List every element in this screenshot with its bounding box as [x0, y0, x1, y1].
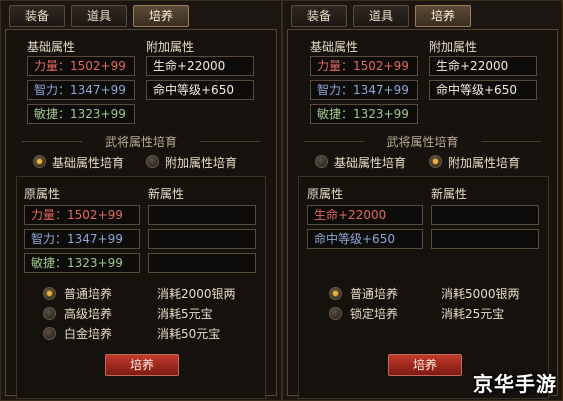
train-cost-locked: 消耗25元宝 [441, 307, 505, 321]
extra-stat-hp: 生命+22000 [146, 56, 254, 76]
base-stat-strength: 力量：1502+99 [310, 56, 418, 76]
stat-value: ：1323+99 [58, 107, 126, 121]
orig-stat-hit: 命中等级+650 [307, 229, 423, 249]
base-stat-intellect: 智力：1347+99 [310, 80, 418, 100]
extra-attributes-header: 附加属性 [146, 40, 195, 54]
base-stat-intellect: 智力：1347+99 [27, 80, 135, 100]
cultivate-button[interactable]: 培养 [105, 354, 179, 376]
stat-value: ：1347+99 [55, 232, 123, 246]
orig-stat-agility: 敏捷：1323+99 [24, 253, 140, 273]
stat-value: ：1323+99 [55, 256, 123, 270]
base-attributes-header: 基础属性 [27, 40, 76, 54]
stat-value: ：1502+99 [55, 208, 123, 222]
new-stat-slot-2 [148, 229, 256, 249]
content-frame: 基础属性 附加属性 力量：1502+99 智力：1347+99 敏捷：1323+… [287, 29, 558, 399]
tab-items[interactable]: 道具 [71, 5, 127, 27]
orig-stat-hp: 生命+22000 [307, 205, 423, 225]
stat-label: 敏捷 [317, 107, 342, 121]
train-label-normal[interactable]: 普通培养 [350, 285, 398, 302]
tab-bar: 装备 道具 培养 [291, 5, 471, 27]
content-frame: 基础属性 附加属性 力量：1502+99 智力：1347+99 敏捷：1323+… [5, 29, 277, 399]
tab-cultivate[interactable]: 培养 [415, 5, 471, 27]
stat-label: 敏捷 [34, 107, 59, 121]
new-attributes-header: 新属性 [431, 187, 468, 201]
base-stat-agility: 敏捷：1323+99 [310, 104, 418, 124]
train-label-normal[interactable]: 普通培养 [64, 285, 112, 302]
train-radio-locked[interactable] [329, 307, 342, 320]
stat-value: ：1347+99 [58, 83, 126, 97]
base-attributes-header: 基础属性 [310, 40, 359, 54]
cultivate-box: 原属性 新属性 生命+22000 命中等级+650 普通培养 消耗5000银两 … [298, 176, 549, 399]
tab-equipment[interactable]: 装备 [9, 5, 65, 27]
train-radio-advanced[interactable] [43, 307, 56, 320]
cultivate-button[interactable]: 培养 [388, 354, 462, 376]
new-stat-slot-3 [148, 253, 256, 273]
extra-stat-hit: 命中等级+650 [146, 80, 254, 100]
watermark: 京华手游 [473, 372, 557, 396]
train-radio-normal[interactable] [329, 287, 342, 300]
section-title: 武将属性培育 [6, 133, 276, 150]
train-label-platinum[interactable]: 白金培养 [64, 325, 112, 342]
new-attributes-header: 新属性 [148, 187, 185, 201]
mode-label-base[interactable]: 基础属性培育 [52, 154, 124, 171]
tab-equipment[interactable]: 装备 [291, 5, 347, 27]
new-stat-slot-2 [431, 229, 539, 249]
train-label-advanced[interactable]: 高级培养 [64, 305, 112, 322]
mode-radio-extra[interactable] [429, 155, 442, 168]
mode-radio-base[interactable] [33, 155, 46, 168]
mode-label-extra[interactable]: 附加属性培育 [448, 154, 520, 171]
cultivation-panel-left: 装备 道具 培养 基础属性 附加属性 力量：1502+99 智力：1347+99… [0, 0, 282, 401]
mode-radio-base[interactable] [315, 155, 328, 168]
base-stat-agility: 敏捷：1323+99 [27, 104, 135, 124]
section-title: 武将属性培育 [288, 133, 557, 150]
stat-label: 智力 [317, 83, 342, 97]
tab-cultivate[interactable]: 培养 [133, 5, 189, 27]
train-radio-normal[interactable] [43, 287, 56, 300]
stat-label: 力量 [317, 59, 342, 73]
stat-label: 智力 [34, 83, 59, 97]
train-label-locked[interactable]: 锁定培养 [350, 305, 398, 322]
stat-value: ：1502+99 [58, 59, 126, 73]
cultivation-panel-right: 装备 道具 培养 基础属性 附加属性 力量：1502+99 智力：1347+99… [282, 0, 563, 401]
extra-attributes-header: 附加属性 [429, 40, 478, 54]
stat-label: 力量 [34, 59, 59, 73]
stat-label: 智力 [31, 232, 56, 246]
base-stat-strength: 力量：1502+99 [27, 56, 135, 76]
new-stat-slot-1 [148, 205, 256, 225]
train-cost-normal: 消耗2000银两 [157, 287, 236, 301]
train-cost-platinum: 消耗50元宝 [157, 327, 221, 341]
orig-stat-intellect: 智力：1347+99 [24, 229, 140, 249]
train-radio-platinum[interactable] [43, 327, 56, 340]
train-cost-normal: 消耗5000银两 [441, 287, 520, 301]
mode-label-extra[interactable]: 附加属性培育 [165, 154, 237, 171]
mode-radio-extra[interactable] [146, 155, 159, 168]
stat-value: ：1502+99 [341, 59, 409, 73]
mode-label-base[interactable]: 基础属性培育 [334, 154, 406, 171]
tab-items[interactable]: 道具 [353, 5, 409, 27]
original-attributes-header: 原属性 [307, 187, 344, 201]
stat-value: ：1347+99 [341, 83, 409, 97]
stat-label: 力量 [31, 208, 56, 222]
original-attributes-header: 原属性 [24, 187, 61, 201]
orig-stat-strength: 力量：1502+99 [24, 205, 140, 225]
extra-stat-hp: 生命+22000 [429, 56, 537, 76]
stat-label: 敏捷 [31, 256, 56, 270]
stat-value: ：1323+99 [341, 107, 409, 121]
train-cost-advanced: 消耗5元宝 [157, 307, 213, 321]
cultivate-box: 原属性 新属性 力量：1502+99 智力：1347+99 敏捷：1323+99… [16, 176, 266, 399]
tab-bar: 装备 道具 培养 [9, 5, 189, 27]
extra-stat-hit: 命中等级+650 [429, 80, 537, 100]
new-stat-slot-1 [431, 205, 539, 225]
